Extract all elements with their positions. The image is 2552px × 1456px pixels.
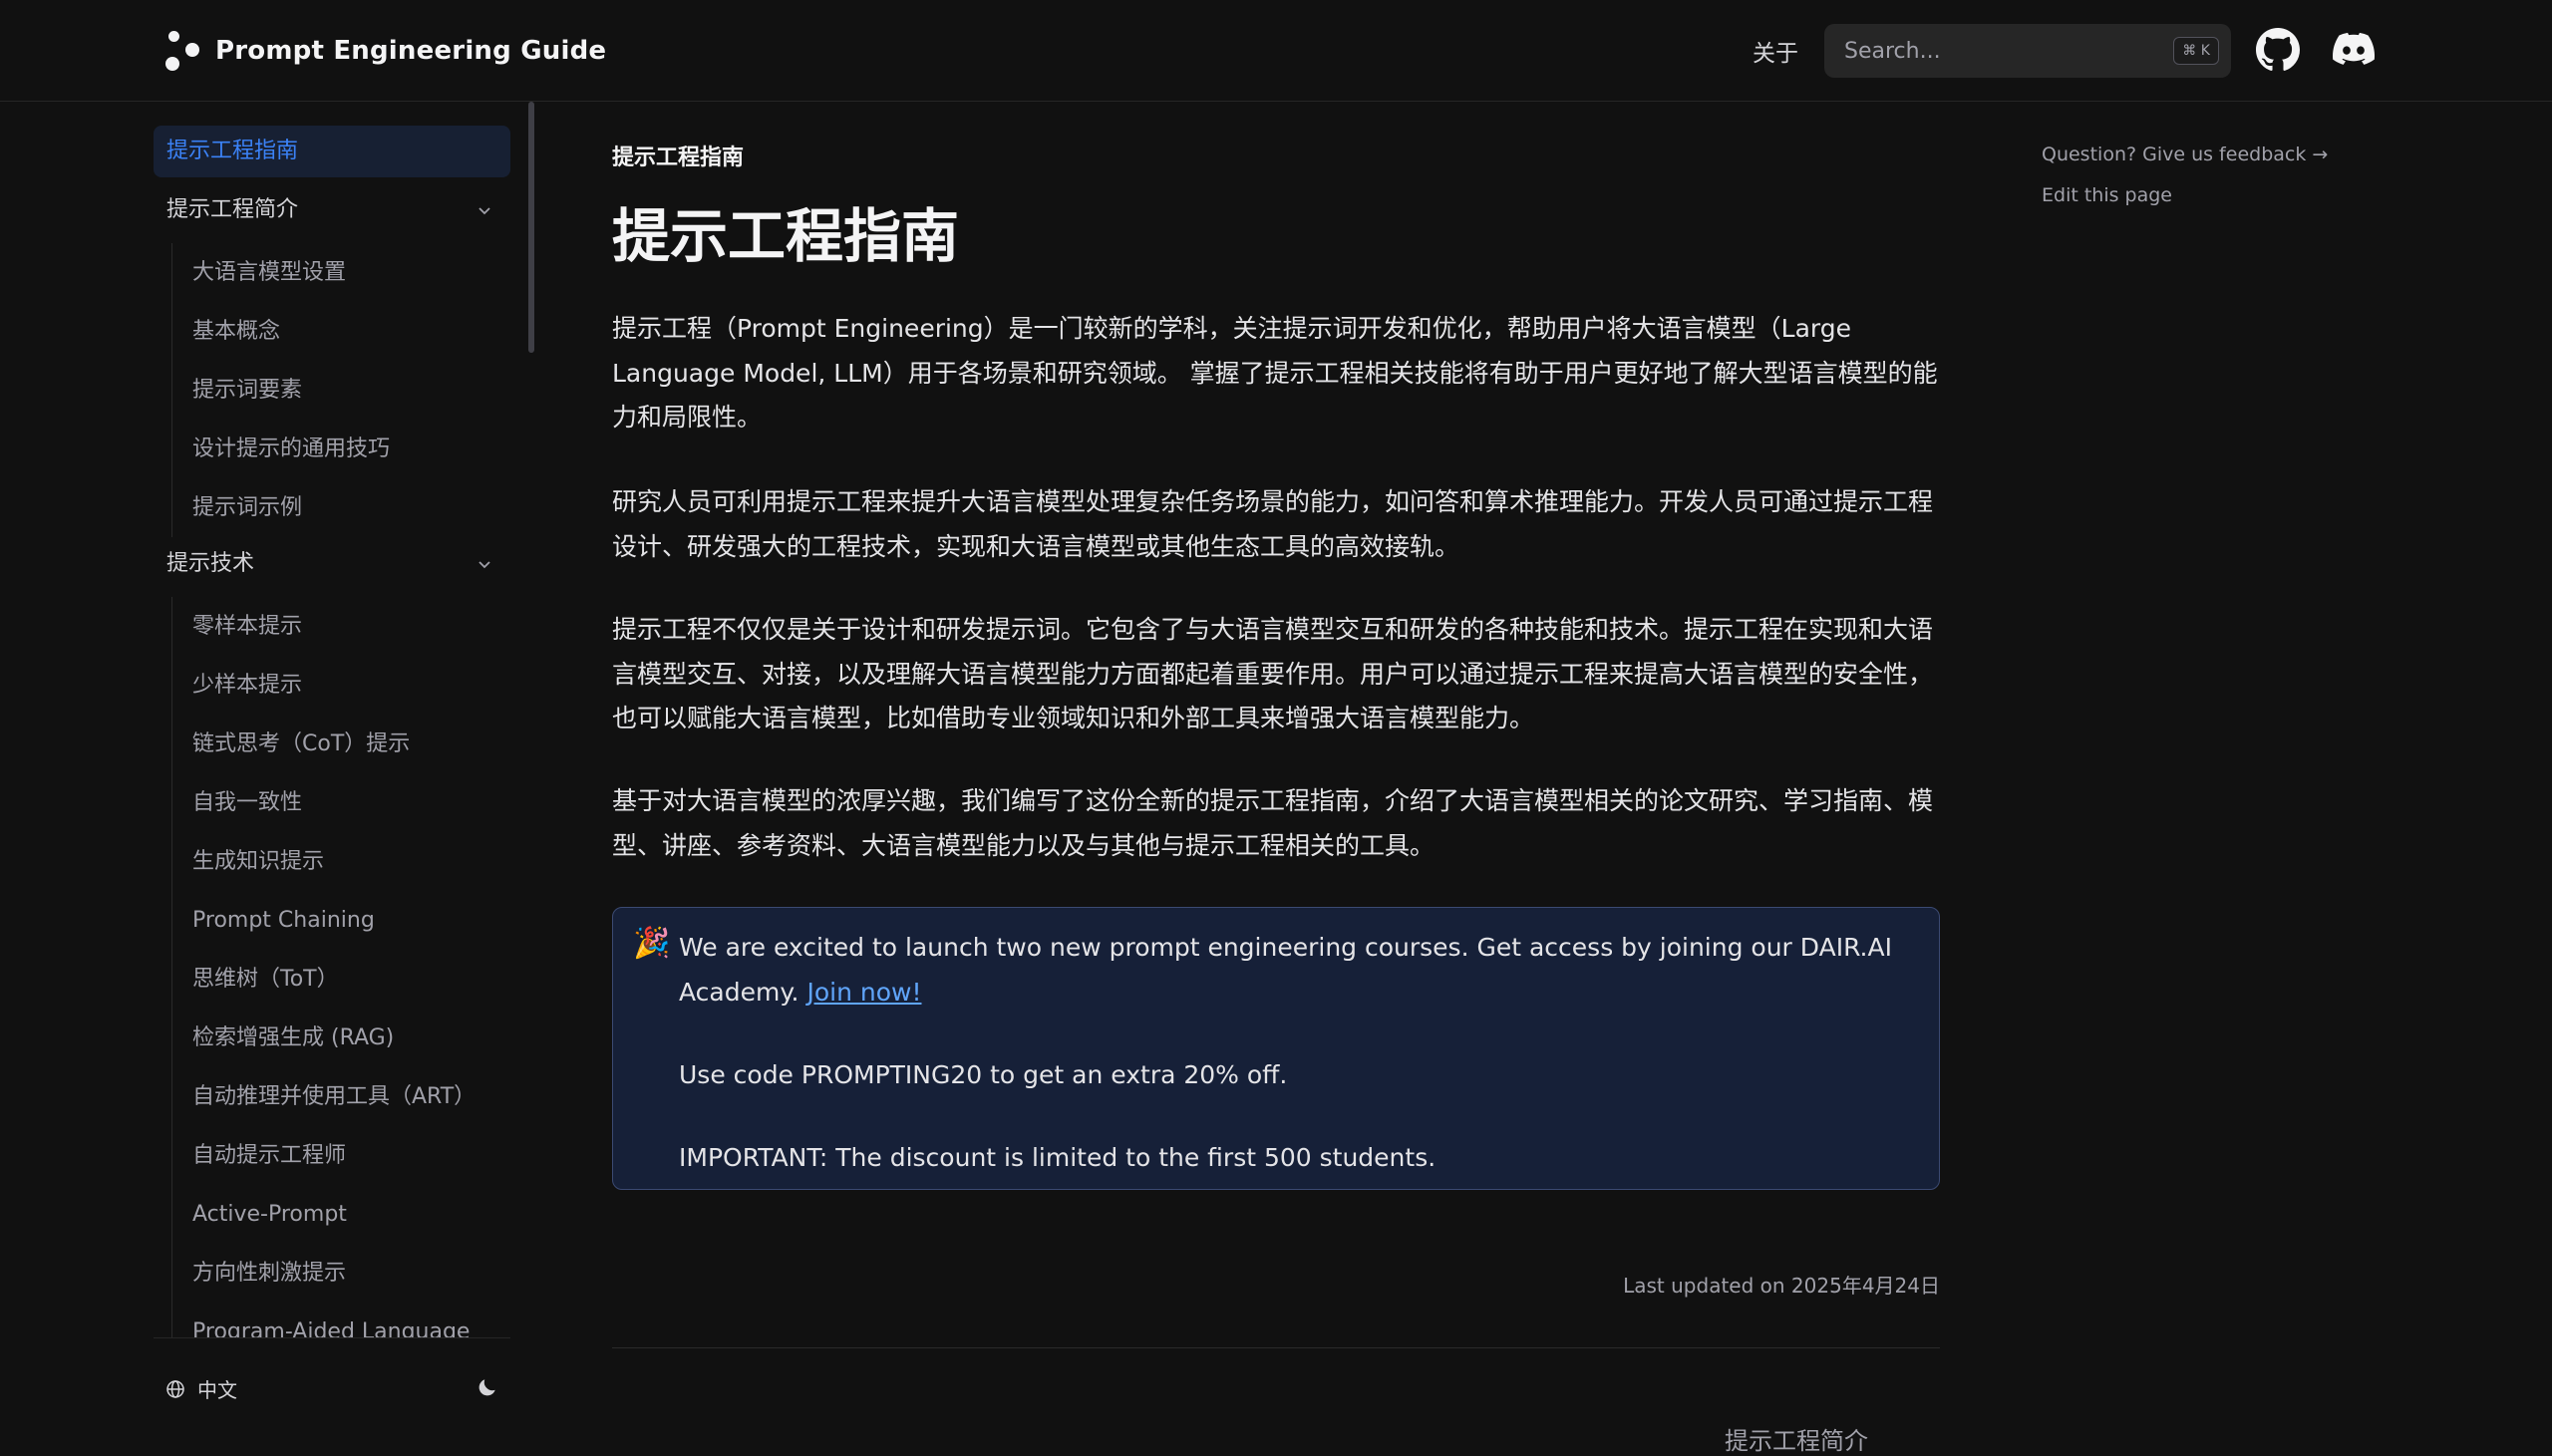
logo-mark-icon xyxy=(165,30,203,72)
footer-divider xyxy=(612,1347,1940,1348)
content-paragraph: 提示工程不仅仅是关于设计和研发提示词。它包含了与大语言模型交互和研发的各种技能和… xyxy=(612,615,1934,732)
callout-body: We are excited to launch two new prompt … xyxy=(679,925,1915,1180)
sidebar-item[interactable]: 方向性刺激提示 xyxy=(172,1244,476,1303)
sidebar-item[interactable]: 自我一致性 xyxy=(172,773,476,832)
feedback-link[interactable]: Question? Give us feedback → xyxy=(2042,144,2328,165)
announcement-callout: 🎉 We are excited to launch two new promp… xyxy=(612,907,1940,1190)
logo-text: Prompt Engineering Guide xyxy=(215,36,607,66)
sidebar-sublist-techniques: 零样本提示 少样本提示 链式思考（CoT）提示 自我一致性 生成知识提示 Pro… xyxy=(171,597,476,1361)
sidebar-item[interactable]: 思维树（ToT） xyxy=(172,950,476,1009)
sidebar-item[interactable]: 自动提示工程师 xyxy=(172,1126,476,1185)
nav-link-about[interactable]: 关于 xyxy=(1753,34,1798,68)
sidebar-group-label: 提示工程简介 xyxy=(166,197,299,222)
sidebar-item[interactable]: 提示词示例 xyxy=(172,478,390,537)
sidebar-sublist-intro: 大语言模型设置 基本概念 提示词要素 设计提示的通用技巧 提示词示例 xyxy=(171,243,390,537)
content-paragraph: 研究人员可利用提示工程来提升大语言模型处理复杂任务场景的能力，如问答和算术推理能… xyxy=(612,487,1934,561)
sidebar-item[interactable]: 设计提示的通用技巧 xyxy=(172,420,390,478)
language-label: 中文 xyxy=(197,1378,237,1402)
callout-important-line: IMPORTANT: The discount is limited to th… xyxy=(679,1143,1436,1172)
sidebar-footer: 中文 xyxy=(154,1337,510,1435)
sidebar-nav[interactable]: 提示工程指南 提示工程简介 大语言模型设置 基本概念 提示词要素 设计提示的通用… xyxy=(154,126,510,1439)
sidebar-item[interactable]: 链式思考（CoT）提示 xyxy=(172,715,476,773)
sidebar-group-techniques[interactable]: 提示技术 xyxy=(154,538,510,590)
next-page-link[interactable]: 提示工程简介 xyxy=(1725,1421,1868,1456)
sidebar-item[interactable]: 提示词要素 xyxy=(172,361,390,420)
content-paragraph: 提示工程（Prompt Engineering）是一门较新的学科，关注提示词开发… xyxy=(612,314,1938,432)
sidebar: 提示工程指南 提示工程简介 大语言模型设置 基本概念 提示词要素 设计提示的通用… xyxy=(154,102,532,1439)
sidebar-item[interactable]: 生成知识提示 xyxy=(172,832,476,891)
breadcrumb: 提示工程指南 xyxy=(612,146,745,170)
top-navbar: Prompt Engineering Guide 关于 ⌘ K xyxy=(0,0,2552,102)
github-icon[interactable] xyxy=(2256,28,2300,72)
sidebar-item[interactable]: 自动推理并使用工具（ART） xyxy=(172,1067,476,1126)
chevron-down-icon xyxy=(478,207,490,215)
sidebar-item-active[interactable]: 提示工程指南 xyxy=(154,126,510,177)
sidebar-item[interactable]: 基本概念 xyxy=(172,302,390,361)
edit-page-link[interactable]: Edit this page xyxy=(2042,184,2172,206)
callout-code-line: Use code PROMPTING20 to get an extra 20%… xyxy=(679,1060,1288,1089)
sidebar-group-label: 提示技术 xyxy=(166,551,255,576)
site-logo[interactable]: Prompt Engineering Guide xyxy=(165,30,606,72)
search-shortcut-hint: ⌘ K xyxy=(2173,37,2219,65)
search-box[interactable]: ⌘ K xyxy=(1824,24,2231,78)
sidebar-item[interactable]: Prompt Chaining xyxy=(172,891,476,950)
sidebar-scrollbar[interactable] xyxy=(528,102,534,353)
join-now-link[interactable]: Join now! xyxy=(806,978,921,1007)
moon-icon[interactable] xyxy=(477,1376,498,1398)
sidebar-item[interactable]: 大语言模型设置 xyxy=(172,243,390,302)
sidebar-group-intro[interactable]: 提示工程简介 xyxy=(154,184,510,236)
party-popper-icon: 🎉 xyxy=(633,926,671,961)
sidebar-item[interactable]: 零样本提示 xyxy=(172,597,476,656)
callout-text: We are excited to launch two new prompt … xyxy=(679,925,1915,1015)
globe-icon xyxy=(166,1379,184,1398)
last-updated: Last updated on 2025年4月24日 xyxy=(1623,1274,1940,1298)
chevron-down-icon xyxy=(478,561,490,569)
language-switcher[interactable]: 中文 xyxy=(165,1374,237,1403)
sidebar-item[interactable]: 检索增强生成 (RAG) xyxy=(172,1009,476,1067)
content-paragraph: 基于对大语言模型的浓厚兴趣，我们编写了这份全新的提示工程指南，介绍了大语言模型相… xyxy=(612,786,1934,860)
sidebar-item[interactable]: 少样本提示 xyxy=(172,656,476,715)
sidebar-item[interactable]: Active-Prompt xyxy=(172,1185,476,1244)
search-input[interactable] xyxy=(1824,24,2231,78)
page-title: 提示工程指南 xyxy=(612,202,960,270)
discord-icon[interactable] xyxy=(2333,32,2375,68)
